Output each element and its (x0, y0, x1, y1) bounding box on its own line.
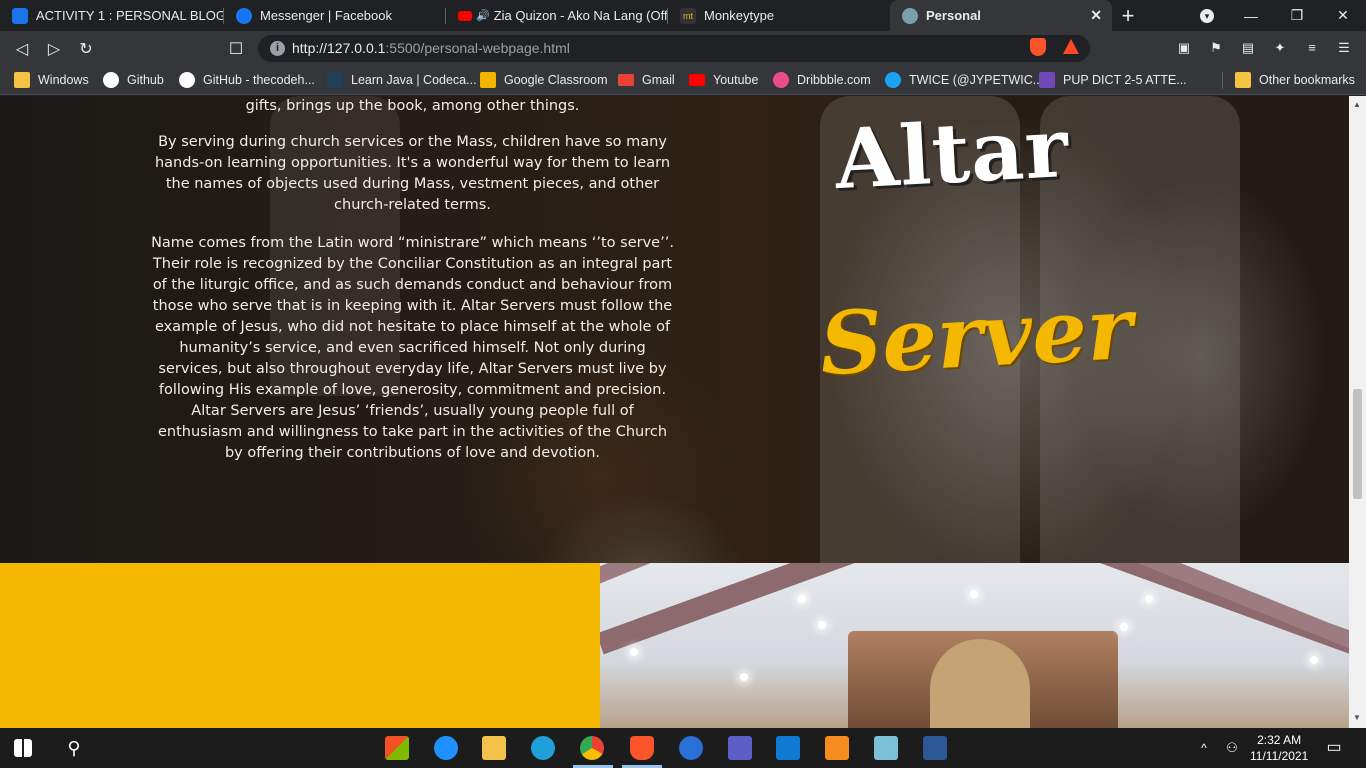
gmail-icon (618, 74, 634, 86)
vscode-icon[interactable] (776, 736, 800, 760)
forward-button[interactable]: ▷ (42, 37, 66, 61)
reload-button[interactable]: ↻ (74, 37, 98, 61)
close-window-button[interactable]: ✕ (1320, 0, 1366, 31)
hero-section: gifts, brings up the book, among other t… (0, 96, 1349, 563)
bookmark-windows[interactable]: Windows (14, 71, 89, 89)
tab-search-button[interactable]: ▾ (1184, 0, 1230, 31)
page-viewport: gifts, brings up the book, among other t… (0, 96, 1349, 728)
bookmark-other[interactable]: Other bookmarks (1235, 71, 1355, 89)
bookmark-github[interactable]: Github (103, 71, 164, 89)
tab-title: ACTIVITY 1 : PERSONAL BLOG WEB (36, 8, 224, 23)
tab-title: Monkeytype (704, 8, 775, 23)
monkeytype-icon: mt (680, 7, 696, 24)
folder-icon (1235, 72, 1251, 88)
bookmark-pup[interactable]: PUP DICT 2-5 ATTE... (1039, 71, 1187, 89)
twitter-icon (885, 72, 901, 88)
bookmark-codecademy[interactable]: Learn Java | Codeca... (327, 71, 477, 89)
minimize-button[interactable]: — (1228, 0, 1274, 31)
battery-icon[interactable]: ⚇ (1220, 736, 1244, 760)
close-tab-icon[interactable]: ✕ (1090, 7, 1102, 24)
github-icon (103, 72, 119, 88)
clock-time: 2:32 AM (1257, 733, 1302, 747)
chevron-up-icon[interactable]: ^ (1192, 736, 1216, 760)
classroom-icon (12, 7, 28, 24)
speaker-icon[interactable]: 🔊 (476, 9, 490, 22)
bookmark-gmail[interactable]: Gmail (618, 71, 675, 89)
bookmark-dribbble[interactable]: Dribbble.com (773, 71, 871, 89)
youtube-icon (689, 74, 705, 86)
bookmark-classroom[interactable]: Google Classroom (480, 71, 608, 89)
title-altar: Altar (832, 99, 1072, 209)
tab-monkeytype[interactable]: mt Monkeytype (668, 0, 890, 31)
scroll-up-icon[interactable]: ▲ (1353, 100, 1361, 109)
url-text: http://127.0.0.1:5500/personal-webpage.h… (292, 40, 570, 56)
title-server: Server (817, 277, 1135, 396)
bookmarks-bar: Windows Github GitHub - thecodeh... Lear… (0, 66, 1366, 95)
back-button[interactable]: ◁ (10, 37, 34, 61)
teams-icon[interactable] (728, 736, 752, 760)
tab-messenger[interactable]: Messenger | Facebook (224, 0, 446, 31)
tab-title: Personal (926, 8, 981, 23)
brave-rewards-icon[interactable] (1063, 39, 1079, 54)
tab-bar: ACTIVITY 1 : PERSONAL BLOG WEB Messenger… (0, 0, 1366, 31)
github-icon (179, 72, 195, 88)
sidebar-icon[interactable]: ▣ (1176, 40, 1192, 56)
chrome-icon[interactable] (580, 736, 604, 760)
sync-icon[interactable] (434, 736, 458, 760)
scrollbar-thumb[interactable] (1353, 389, 1362, 499)
tab-activity[interactable]: ACTIVITY 1 : PERSONAL BLOG WEB (0, 0, 224, 31)
brave-icon[interactable] (630, 736, 654, 760)
flag-icon[interactable]: ⚑ (1208, 40, 1224, 56)
store-icon[interactable] (385, 736, 409, 760)
system-clock[interactable]: 2:32 AM 11/11/2021 (1250, 732, 1308, 764)
notification-icon[interactable]: ▭ (1322, 736, 1346, 760)
edge-icon[interactable] (531, 736, 555, 760)
tab-title: Zia Quizon - Ako Na Lang (Offi (493, 8, 668, 23)
menu-icon[interactable]: ☰ (1336, 40, 1352, 56)
scroll-down-icon[interactable]: ▼ (1353, 713, 1361, 722)
playlist-icon[interactable]: ≡ (1304, 40, 1320, 56)
tab-title: Messenger | Facebook (260, 8, 392, 23)
dribbble-icon (773, 72, 789, 88)
bookmark-youtube[interactable]: Youtube (689, 71, 758, 89)
tab-youtube[interactable]: 🔊 Zia Quizon - Ako Na Lang (Offi (446, 0, 668, 31)
address-bar[interactable]: i http://127.0.0.1:5500/personal-webpage… (258, 35, 1090, 62)
youtube-icon (458, 10, 472, 21)
paragraph-intro-end: gifts, brings up the book, among other t… (245, 98, 580, 114)
search-icon[interactable]: ⚲ (62, 736, 86, 760)
xampp-icon[interactable] (825, 736, 849, 760)
facebook-icon (236, 7, 252, 24)
classroom-icon (480, 72, 496, 88)
forms-icon (1039, 72, 1055, 88)
virtualbox-icon[interactable] (874, 736, 898, 760)
extension-icon[interactable]: ▤ (1240, 40, 1256, 56)
codecademy-icon (327, 72, 343, 88)
word-icon[interactable] (923, 736, 947, 760)
puzzle-icon[interactable]: ✦ (1272, 40, 1288, 56)
browser-toolbar: ◁ ▷ ↻ ☐ i http://127.0.0.1:5500/personal… (0, 31, 1366, 66)
tab-personal[interactable]: Personal ✕ (890, 0, 1112, 31)
church-interior-image (600, 563, 1349, 728)
file-explorer-icon[interactable] (482, 736, 506, 760)
bookmark-github-thecode[interactable]: GitHub - thecodeh... (179, 71, 315, 89)
bookmark-twice[interactable]: TWICE (@JYPETWIC... (885, 71, 1043, 89)
bookmark-icon[interactable]: ☐ (224, 37, 248, 61)
clock-date: 11/11/2021 (1250, 749, 1309, 763)
page-scrollbar[interactable]: ▲ ▼ (1349, 96, 1366, 728)
maximize-button[interactable]: ❐ (1274, 0, 1320, 31)
firefox-icon[interactable] (679, 736, 703, 760)
yellow-panel (0, 563, 600, 728)
windows-taskbar: ⚲ ^ ⚇ 2:32 AM 11/11/2021 ▭ (0, 728, 1366, 768)
windows-start-icon[interactable] (14, 739, 32, 757)
globe-icon (902, 7, 918, 24)
paragraph-learning: By serving during church services or the… (154, 134, 671, 213)
brave-shield-icon[interactable] (1030, 38, 1046, 56)
info-icon[interactable]: i (270, 41, 285, 56)
new-tab-button[interactable]: + (1112, 0, 1144, 31)
paragraph-ministrare: Name comes from the Latin word “ministra… (151, 235, 674, 461)
folder-icon (14, 72, 30, 88)
